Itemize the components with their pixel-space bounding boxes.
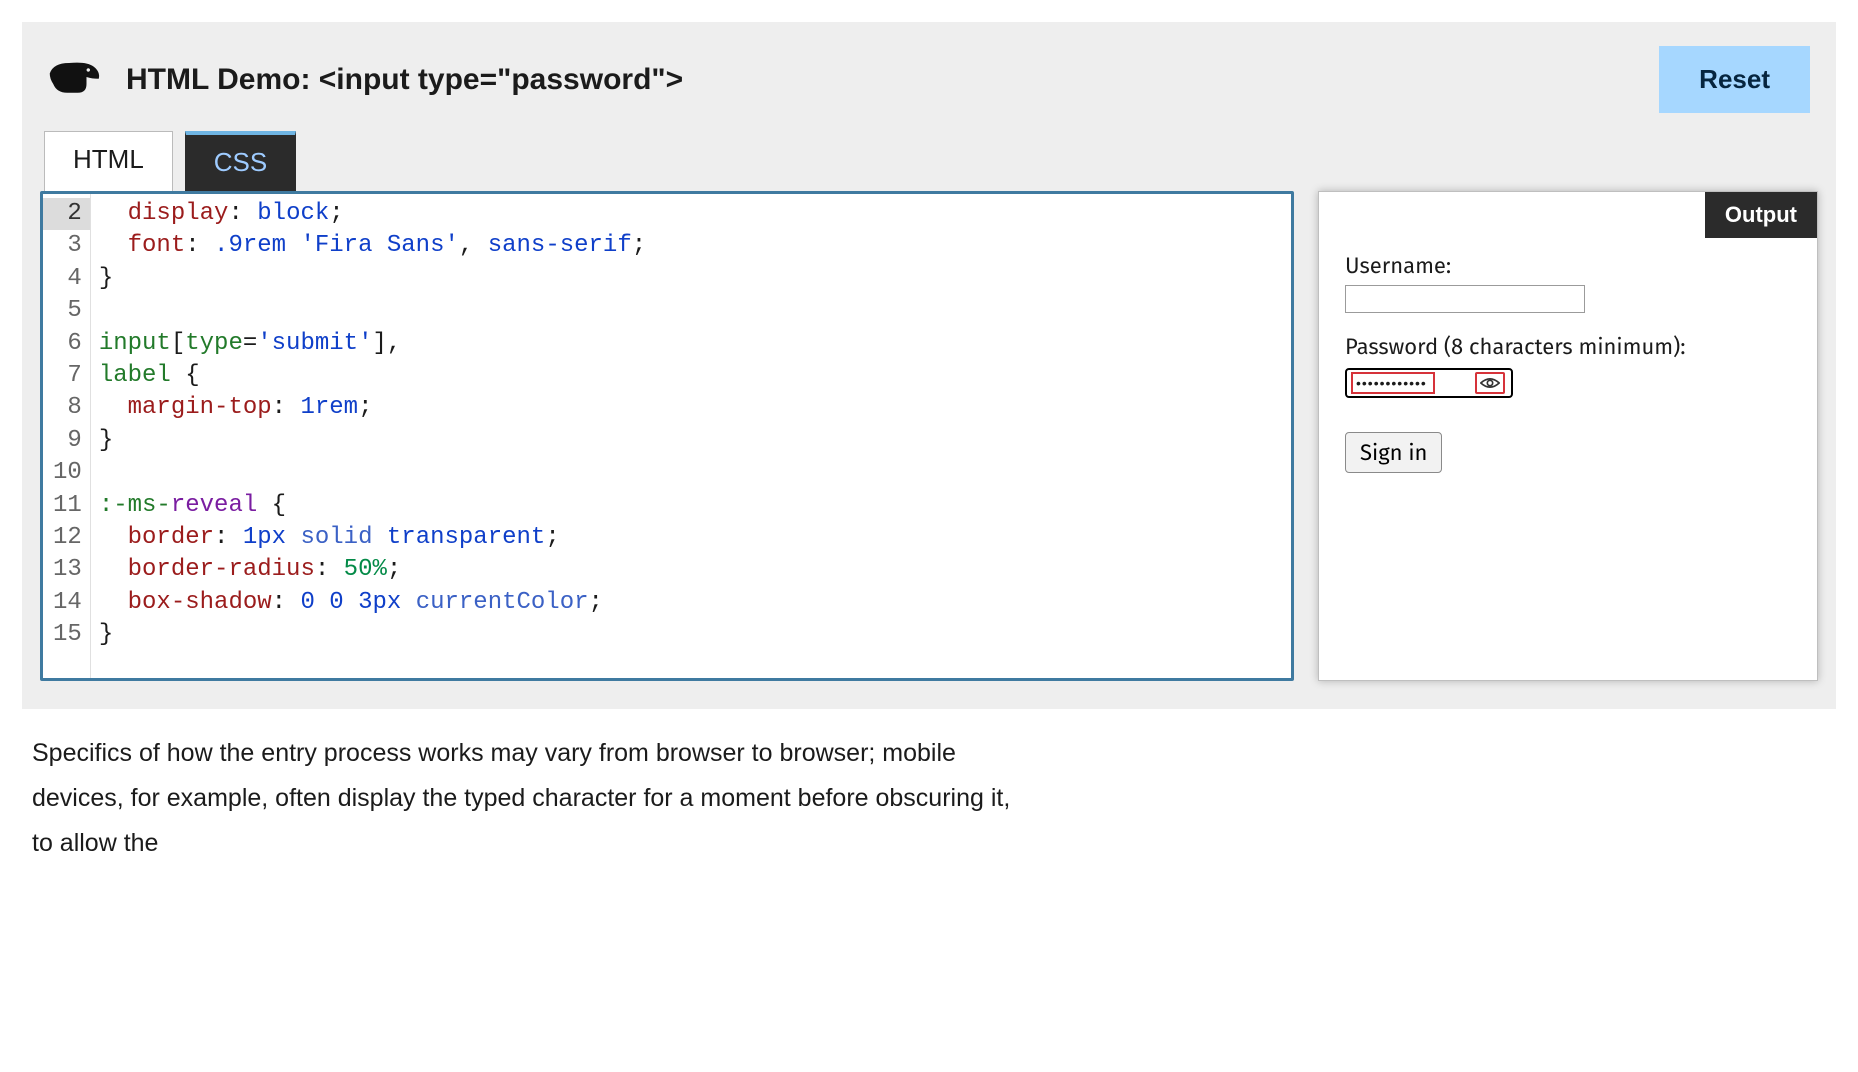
reveal-password-icon[interactable] — [1475, 372, 1505, 394]
output-pane: Output Username: Password (8 characters … — [1318, 191, 1818, 681]
password-masked-value: •••••••••••• — [1351, 372, 1435, 394]
code-line[interactable]: } — [99, 425, 646, 457]
code-line[interactable]: } — [99, 263, 646, 295]
username-label: Username: — [1345, 252, 1791, 279]
css-editor[interactable]: 23456789101112131415 display: block; fon… — [40, 191, 1294, 681]
sign-in-button[interactable]: Sign in — [1345, 432, 1442, 473]
code-line[interactable]: display: block; — [99, 198, 646, 230]
line-number: 13 — [53, 554, 82, 586]
tab-css[interactable]: CSS — [185, 131, 296, 191]
interactive-demo: HTML Demo: <input type="password"> Reset… — [22, 22, 1836, 709]
code-line[interactable]: input[type='submit'], — [99, 328, 646, 360]
tab-html[interactable]: HTML — [44, 131, 173, 191]
demo-title: HTML Demo: <input type="password"> — [126, 63, 683, 97]
line-number: 7 — [53, 360, 82, 392]
line-number: 3 — [53, 230, 82, 262]
password-label: Password (8 characters minimum): — [1345, 333, 1791, 360]
code-line[interactable]: margin-top: 1rem; — [99, 392, 646, 424]
line-number: 2 — [43, 198, 90, 230]
code-line[interactable]: border-radius: 50%; — [99, 554, 646, 586]
line-number: 10 — [53, 457, 82, 489]
code-line[interactable]: label { — [99, 360, 646, 392]
line-number: 15 — [53, 619, 82, 651]
output-badge: Output — [1705, 192, 1817, 238]
line-number: 6 — [53, 328, 82, 360]
password-input-wrap[interactable]: •••••••••••• — [1345, 368, 1513, 398]
username-input[interactable] — [1345, 285, 1585, 313]
dino-icon — [48, 57, 104, 103]
code-line[interactable]: border: 1px solid transparent; — [99, 522, 646, 554]
demo-header: HTML Demo: <input type="password"> Reset — [40, 22, 1818, 131]
code-line[interactable]: } — [99, 619, 646, 651]
line-number: 12 — [53, 522, 82, 554]
editor-gutter: 23456789101112131415 — [43, 194, 91, 678]
code-line[interactable]: box-shadow: 0 0 3px currentColor; — [99, 587, 646, 619]
demo-title-row: HTML Demo: <input type="password"> — [48, 57, 683, 103]
code-line[interactable]: font: .9rem 'Fira Sans', sans-serif; — [99, 230, 646, 262]
line-number: 9 — [53, 425, 82, 457]
demo-panels: 23456789101112131415 display: block; fon… — [40, 191, 1818, 681]
line-number: 14 — [53, 587, 82, 619]
editor-tabs: HTML CSS — [40, 131, 1818, 191]
reset-button[interactable]: Reset — [1659, 46, 1810, 113]
line-number: 8 — [53, 392, 82, 424]
line-number: 4 — [53, 263, 82, 295]
article-paragraph: Specifics of how the entry process works… — [32, 731, 1032, 866]
line-number: 11 — [53, 490, 82, 522]
line-number: 5 — [53, 295, 82, 327]
editor-code[interactable]: display: block; font: .9rem 'Fira Sans',… — [91, 194, 654, 678]
code-line[interactable] — [99, 295, 646, 327]
code-line[interactable] — [99, 457, 646, 489]
code-line[interactable]: :-ms-reveal { — [99, 490, 646, 522]
